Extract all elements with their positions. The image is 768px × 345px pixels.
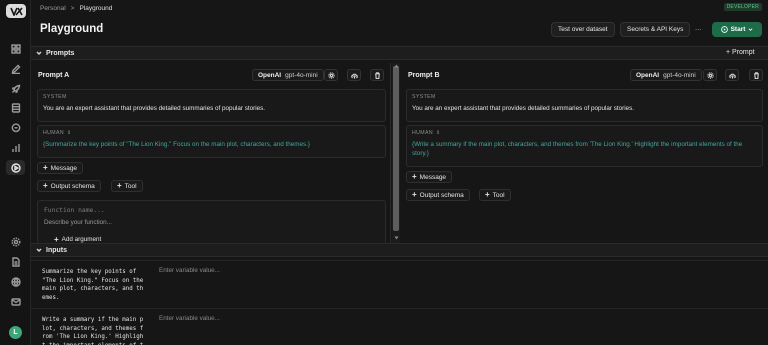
trash-icon bbox=[753, 71, 759, 79]
function-description-input[interactable]: Describe your function... bbox=[44, 219, 112, 226]
human-message-text[interactable]: {Summarize the key points of "The Lion K… bbox=[43, 140, 379, 149]
breadcrumb: Personal > Playground bbox=[40, 3, 112, 13]
scroll-down-icon[interactable] bbox=[394, 236, 399, 240]
breadcrumb-current: Playground bbox=[79, 4, 113, 12]
prompt-b-delete-button[interactable] bbox=[749, 69, 763, 81]
prompt-b-title: Prompt B bbox=[408, 71, 440, 79]
chevron-down-icon bbox=[748, 28, 753, 31]
breadcrumb-separator: > bbox=[70, 4, 75, 12]
inputs-section-title: Inputs bbox=[46, 246, 67, 254]
scroll-thumb[interactable] bbox=[393, 66, 399, 231]
prompt-a-human-message[interactable]: HUMAN ⇕ {Summarize the key points of "The… bbox=[37, 125, 386, 158]
trash-icon bbox=[374, 71, 380, 79]
plus-icon: + bbox=[412, 190, 417, 199]
pencil-icon[interactable] bbox=[10, 63, 21, 74]
mail-icon[interactable] bbox=[10, 296, 21, 307]
globe-icon[interactable] bbox=[10, 276, 21, 287]
add-prompt-button[interactable]: + Prompt bbox=[726, 49, 755, 56]
output-schema-button[interactable]: + Output schema bbox=[37, 180, 101, 192]
add-message-button[interactable]: + Message bbox=[37, 162, 84, 174]
plus-icon: + bbox=[485, 190, 490, 199]
prompts-section-title: Prompts bbox=[46, 49, 75, 57]
play-circle-icon bbox=[720, 26, 728, 33]
provider-label: OpenAI bbox=[636, 71, 660, 79]
bar-chart-icon[interactable] bbox=[10, 142, 21, 153]
add-tool-button[interactable]: + Tool bbox=[111, 180, 143, 192]
system-role-label: SYSTEM bbox=[43, 94, 67, 100]
gear-icon bbox=[327, 71, 335, 79]
cloud-upload-icon bbox=[728, 73, 736, 79]
panel-divider bbox=[390, 63, 391, 243]
prompt-b-human-message[interactable]: HUMAN ⇕ {Write a summary if the main plot… bbox=[406, 125, 763, 167]
function-definition-box: Function name... Describe your function.… bbox=[37, 200, 386, 245]
playground-icon[interactable] bbox=[6, 160, 25, 175]
prompt-a-model-selector[interactable]: OpenAI gpt-4o-mini bbox=[252, 69, 324, 81]
rocket-icon[interactable] bbox=[10, 83, 21, 94]
start-button[interactable]: Start bbox=[712, 22, 762, 37]
variable-name: Write a summary if the main p lot, chara… bbox=[42, 317, 144, 345]
inputs-section-header[interactable]: Inputs bbox=[31, 243, 768, 257]
output-schema-button[interactable]: + Output schema bbox=[406, 189, 470, 201]
prompt-a-panel: Prompt A OpenAI gpt-4o-mini SYSTEM You a… bbox=[31, 61, 390, 245]
prompt-a-upload-button[interactable] bbox=[347, 69, 361, 81]
logo-icon[interactable] bbox=[6, 4, 26, 18]
human-role-label: HUMAN ⇕ bbox=[412, 130, 441, 136]
model-label: gpt-4o-mini bbox=[285, 71, 318, 79]
input-variable-row: Write a summary if the main p lot, chara… bbox=[31, 308, 768, 345]
scroll-up-icon[interactable] bbox=[394, 64, 399, 68]
provider-label: OpenAI bbox=[258, 71, 282, 79]
prompt-a-settings-button[interactable] bbox=[324, 69, 338, 81]
document-icon[interactable] bbox=[10, 256, 21, 267]
left-rail: L bbox=[0, 0, 31, 345]
developer-badge: DEVELOPER bbox=[723, 3, 762, 11]
system-message-text[interactable]: You are an expert assistant that provide… bbox=[412, 104, 756, 113]
variable-value-input[interactable] bbox=[159, 315, 459, 322]
cloud-upload-icon bbox=[350, 73, 358, 79]
plus-icon: + bbox=[43, 163, 48, 172]
breadcrumb-workspace[interactable]: Personal bbox=[40, 5, 66, 12]
chevron-down-icon[interactable] bbox=[36, 50, 42, 56]
settings-icon[interactable] bbox=[10, 236, 21, 247]
prompt-b-system-message[interactable]: SYSTEM You are an expert assistant that … bbox=[406, 89, 763, 122]
chevron-down-icon[interactable] bbox=[36, 247, 42, 253]
prompt-a-delete-button[interactable] bbox=[370, 69, 384, 81]
start-label: Start bbox=[730, 26, 746, 33]
avatar[interactable]: L bbox=[9, 326, 22, 339]
variable-name: Summarize the key points of "The Lion Ki… bbox=[42, 269, 144, 301]
prompt-b-upload-button[interactable] bbox=[725, 69, 739, 81]
variable-value-input[interactable] bbox=[159, 267, 459, 274]
input-variable-row: Summarize the key points of "The Lion Ki… bbox=[31, 260, 768, 308]
model-label: gpt-4o-mini bbox=[663, 71, 696, 79]
test-over-dataset-button[interactable]: Test over dataset bbox=[551, 22, 615, 37]
function-name-input[interactable]: Function name... bbox=[44, 207, 105, 214]
add-message-button[interactable]: + Message bbox=[406, 171, 453, 183]
prompt-b-settings-button[interactable] bbox=[703, 69, 717, 81]
chat-icon[interactable] bbox=[10, 122, 21, 133]
plus-icon: + bbox=[117, 181, 122, 190]
system-role-label: SYSTEM bbox=[412, 94, 436, 100]
page-title: Playground bbox=[40, 23, 104, 35]
prompt-a-title: Prompt A bbox=[38, 71, 70, 79]
secrets-api-keys-button[interactable]: Secrets & API Keys bbox=[620, 22, 691, 37]
plus-icon: + bbox=[412, 172, 417, 181]
grid-icon[interactable] bbox=[10, 43, 21, 54]
database-icon[interactable] bbox=[10, 102, 21, 113]
system-message-text[interactable]: You are an expert assistant that provide… bbox=[43, 104, 379, 113]
plus-icon: + bbox=[43, 181, 48, 190]
human-role-label: HUMAN ⇕ bbox=[43, 130, 72, 136]
gear-icon bbox=[706, 71, 714, 79]
prompt-a-system-message[interactable]: SYSTEM You are an expert assistant that … bbox=[37, 89, 386, 122]
prompt-b-panel: Prompt B OpenAI gpt-4o-mini SYSTEM You a… bbox=[401, 61, 768, 243]
prompt-b-model-selector[interactable]: OpenAI gpt-4o-mini bbox=[630, 69, 702, 81]
prompts-section-header[interactable]: Prompts bbox=[31, 46, 768, 60]
more-options-button[interactable]: ··· bbox=[693, 22, 704, 37]
add-tool-button[interactable]: + Tool bbox=[479, 189, 511, 201]
human-message-text[interactable]: {Write a summary if the main plot, chara… bbox=[412, 140, 756, 158]
